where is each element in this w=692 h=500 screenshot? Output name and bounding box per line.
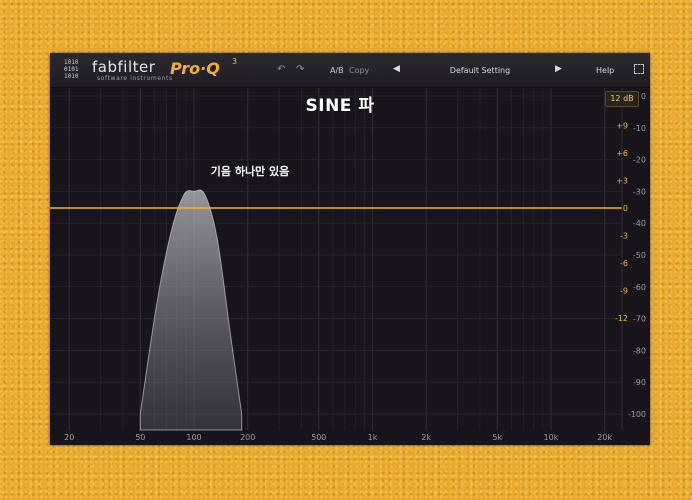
- frequency-tick-label: 20: [64, 433, 74, 442]
- product-name: Pro·Q: [170, 59, 220, 78]
- display-range-button[interactable]: 12 dB: [605, 91, 639, 107]
- spectrum-tick-label: -90: [633, 378, 646, 387]
- preset-name[interactable]: Default Setting: [410, 66, 550, 75]
- redo-icon[interactable]: ↷: [296, 64, 304, 75]
- spectrum-tick-label: -40: [633, 219, 646, 228]
- eq-display[interactable]: +9 +6 +3 0 -3 -6 -9 -12 0 -10 -20 -30 -40 -50 -60 -70 -8…: [50, 88, 650, 445]
- frequency-tick-label: 5k: [492, 433, 502, 442]
- spectrum-tick-label: -80: [633, 346, 646, 355]
- spectrum-tick-label: -60: [633, 283, 646, 292]
- overlay-title: SINE 파: [305, 96, 375, 116]
- spectrum-tick-label: -100: [628, 410, 646, 419]
- spectrum-tick-label: -70: [633, 315, 646, 324]
- spectrum-tick-label: -30: [633, 187, 646, 196]
- spectrum-tick-label: -10: [633, 124, 646, 133]
- frequency-tick-label: 2k: [421, 433, 431, 442]
- spectrum-tick-label: -20: [633, 156, 646, 165]
- eq-gain-tick-label: +9: [616, 121, 628, 130]
- eq-gain-tick-label: -6: [620, 259, 628, 268]
- eq-gain-tick-label: -9: [620, 287, 628, 296]
- help-button[interactable]: Help: [596, 66, 614, 75]
- plugin-header: 1010 0101 1010 fabfilter software instrume…: [50, 53, 650, 88]
- frequency-tick-label: 500: [311, 433, 326, 442]
- fabfilter-logo-icon: 1010 0101 1010: [64, 59, 79, 80]
- eq-plugin-window: 1010 0101 1010 fabfilter software instrume…: [50, 53, 650, 445]
- frequency-tick-label: 20k: [597, 433, 612, 442]
- product-version: 3: [232, 57, 238, 66]
- eq-gain-tick-label: -3: [620, 232, 628, 241]
- brand-name: fabfilter: [92, 58, 156, 76]
- spectrum-area: [139, 189, 243, 431]
- fullscreen-icon[interactable]: [634, 64, 644, 74]
- eq-gain-tick-label: +3: [616, 176, 628, 185]
- eq-gain-tick-label: 0: [623, 204, 628, 213]
- frequency-tick-label: 200: [240, 433, 255, 442]
- spectrum-tick-label: -50: [633, 251, 646, 260]
- next-preset-icon[interactable]: ▶: [555, 64, 562, 74]
- brand-subtitle: software instruments: [97, 75, 173, 82]
- undo-icon[interactable]: ↶: [277, 64, 285, 75]
- frequency-tick-label: 10k: [544, 433, 559, 442]
- previous-preset-icon[interactable]: ◀: [393, 64, 400, 74]
- frequency-tick-label: 100: [186, 433, 201, 442]
- overlay-note: 기음 하나만 있음: [210, 165, 290, 178]
- frequency-tick-label: 50: [135, 433, 145, 442]
- eq-gain-tick-label: +6: [616, 149, 628, 158]
- eq-gain-tick-label: -12: [615, 314, 628, 323]
- ab-compare-button[interactable]: A/B: [330, 66, 344, 75]
- spectrum-tick-label: 0: [641, 92, 646, 101]
- frequency-tick-label: 1k: [368, 433, 378, 442]
- copy-button[interactable]: Copy: [349, 66, 369, 75]
